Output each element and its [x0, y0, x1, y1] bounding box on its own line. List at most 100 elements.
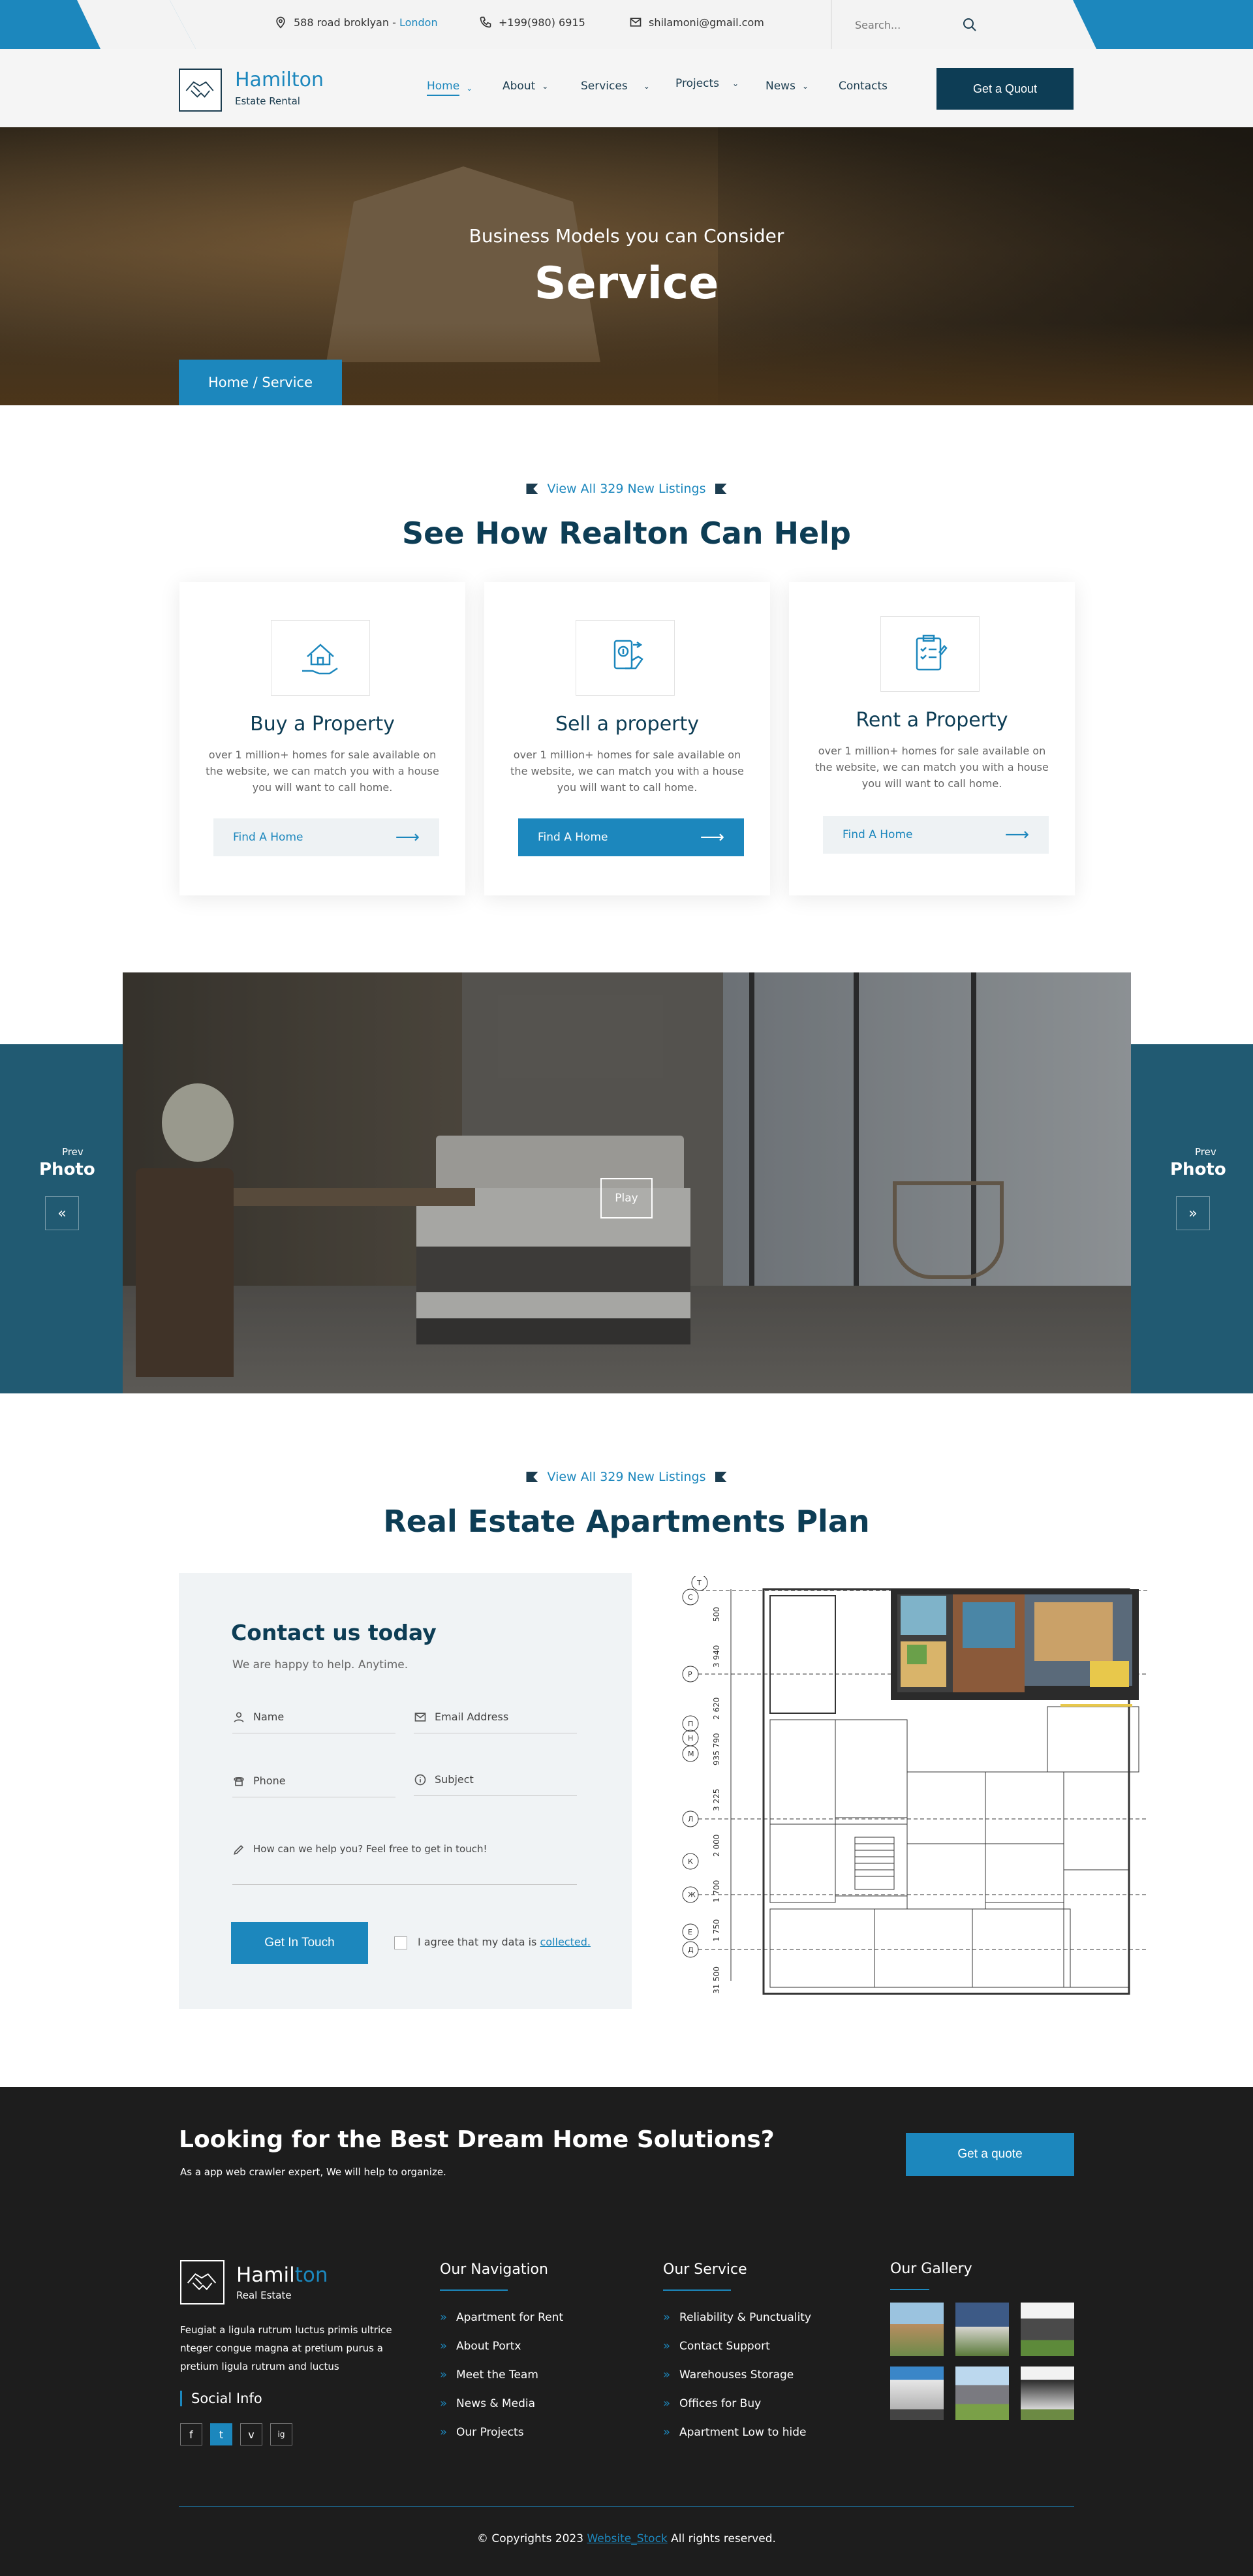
copyright-link[interactable]: Website_Stock	[587, 2532, 667, 2545]
footer-service-link[interactable]: » Apartment Low to hide	[663, 2425, 806, 2439]
nav-services-label: Services	[581, 80, 628, 93]
footer-service-label: Apartment Low to hide	[679, 2425, 807, 2439]
gallery-thumb[interactable]	[1021, 2367, 1074, 2420]
find-home-button[interactable]: Find A Home ⟶	[518, 818, 744, 856]
find-home-button[interactable]: Find A Home ⟶	[213, 818, 439, 856]
left-prev-label: Prev	[62, 1146, 84, 1158]
agree-link[interactable]: collected.	[540, 1936, 590, 1948]
gallery-thumb[interactable]	[955, 2367, 1009, 2420]
nav-contacts[interactable]: Contacts	[839, 80, 888, 93]
logo-mark[interactable]	[179, 69, 222, 112]
chevrons-right-icon: »	[440, 2368, 448, 2382]
footer-logo-name-a: Hamil	[236, 2263, 295, 2287]
logo-subtitle: Estate Rental	[235, 95, 300, 107]
agree-label: I agree that my data is collected.	[418, 1936, 591, 1948]
cta-title: Looking for the Best Dream Home Solution…	[179, 2126, 775, 2153]
footer-divider	[179, 2506, 1074, 2507]
plan-axis-s: С	[688, 1593, 693, 1602]
gallery-thumb[interactable]	[955, 2303, 1009, 2356]
gallery-thumb[interactable]	[890, 2303, 944, 2356]
footer-nav-link[interactable]: » Our Projects	[440, 2425, 524, 2439]
arrow-right-icon: ⟶	[1004, 825, 1029, 845]
chevron-down-icon: ⌄	[643, 82, 650, 91]
name-placeholder: Name	[253, 1711, 285, 1723]
nav-news[interactable]: News ⌄	[766, 80, 809, 93]
footer-logo-mark[interactable]	[180, 2260, 224, 2304]
plan-axis-m: М	[688, 1750, 694, 1758]
svg-text:2 000: 2 000	[712, 1835, 721, 1857]
gallery-thumb[interactable]	[890, 2367, 944, 2420]
hero-title: Service	[534, 258, 719, 309]
house-hand-icon	[302, 644, 338, 675]
get-in-touch-button[interactable]: Get In Touch	[231, 1922, 368, 1964]
floor-plan-drawing: Т С Р П Н М Л К Ж Е Д 500 3 940 2 620 93…	[682, 1574, 1149, 1995]
message-field[interactable]: How can we help you? Feel free to get in…	[232, 1834, 577, 1885]
slider-next-button[interactable]: »	[1176, 1196, 1210, 1230]
phone-text: +199(980) 6915	[499, 16, 585, 29]
sell-phone-icon	[613, 640, 643, 670]
get-quote-cta-button[interactable]: Get a quote	[906, 2133, 1074, 2176]
pencil-icon	[234, 1844, 244, 1855]
topbar-email[interactable]: shilamoni@gmail.com	[629, 16, 764, 29]
nav-home[interactable]: Home ⌄	[427, 80, 472, 96]
instagram-icon[interactable]: ig	[270, 2423, 292, 2445]
svg-text:1 700: 1 700	[712, 1880, 721, 1902]
nav-news-label: News	[766, 80, 796, 93]
footer-nav-link[interactable]: » Apartment for Rent	[440, 2310, 563, 2324]
footer-service-link[interactable]: » Offices for Buy	[663, 2397, 761, 2410]
footer-nav-label: News & Media	[456, 2397, 536, 2410]
footer-service-link[interactable]: » Warehouses Storage	[663, 2368, 794, 2382]
phone-field[interactable]: Phone	[232, 1765, 395, 1797]
twitter-icon[interactable]: t	[210, 2423, 232, 2445]
topbar-phone[interactable]: +199(980) 6915	[479, 16, 585, 29]
plan-axis-t: Т	[696, 1579, 702, 1587]
search-icon[interactable]	[962, 17, 978, 33]
chevrons-left-icon: «	[57, 1205, 67, 1222]
message-placeholder: How can we help you? Feel free to get in…	[253, 1843, 487, 1855]
svg-text:3 940: 3 940	[712, 1645, 721, 1668]
footer-nav-link[interactable]: » Meet the Team	[440, 2368, 538, 2382]
logo-handshake-icon	[187, 2273, 217, 2291]
logo-name[interactable]: Hamilton	[235, 69, 324, 91]
chevrons-right-icon: »	[440, 2425, 448, 2439]
plan-axis-n: Н	[688, 1734, 693, 1743]
gallery-thumb[interactable]	[1021, 2303, 1074, 2356]
agree-text: I agree that my data is	[418, 1936, 537, 1948]
copyright-text: © Copyrights 2023	[477, 2532, 584, 2545]
logo-handshake-icon	[185, 81, 214, 98]
address-city: London	[399, 16, 438, 29]
slider-prev-button[interactable]: «	[45, 1196, 79, 1230]
get-quote-button[interactable]: Get a Quout	[936, 68, 1074, 110]
nav-about[interactable]: About ⌄	[503, 80, 548, 93]
footer-service-link[interactable]: » Contact Support	[663, 2339, 770, 2353]
facebook-icon[interactable]: f	[180, 2423, 202, 2445]
name-field[interactable]: Name	[232, 1701, 395, 1733]
services-kicker[interactable]: View All 329 New Listings	[0, 482, 1253, 496]
email-field[interactable]: Email Address	[414, 1701, 577, 1733]
plan-axis-k: К	[688, 1857, 693, 1866]
footer-nav-rule	[440, 2289, 508, 2291]
find-home-label: Find A Home	[538, 831, 608, 844]
nav-projects[interactable]: Projects ⌄	[675, 77, 739, 90]
chevrons-right-icon: »	[663, 2368, 671, 2382]
footer-nav-link[interactable]: » News & Media	[440, 2397, 535, 2410]
email-placeholder: Email Address	[435, 1711, 509, 1723]
plan-axis-labels	[682, 1574, 708, 1958]
footer-service-label: Reliability & Punctuality	[679, 2310, 812, 2324]
footer-nav-link[interactable]: » About Portx	[440, 2339, 521, 2353]
vimeo-icon[interactable]: v	[240, 2423, 262, 2445]
find-home-label: Find A Home	[233, 831, 303, 844]
footer-nav-label: Meet the Team	[456, 2368, 538, 2382]
find-home-button[interactable]: Find A Home ⟶	[823, 816, 1049, 854]
nav-services[interactable]: Services ⌄	[581, 80, 650, 93]
footer-nav-label: Our Projects	[456, 2425, 524, 2439]
agree-checkbox[interactable]	[394, 1936, 407, 1949]
footer-service-link[interactable]: » Reliability & Punctuality	[663, 2310, 811, 2324]
contact-subtitle: We are happy to help. Anytime.	[232, 1658, 409, 1671]
subject-field[interactable]: Subject	[414, 1763, 577, 1796]
breadcrumb[interactable]: Home / Service	[179, 360, 342, 405]
footer-logo-subtitle: Real Estate	[236, 2289, 292, 2301]
play-button[interactable]: Play	[600, 1178, 653, 1218]
footer-logo-name[interactable]: Hamilton	[236, 2263, 328, 2287]
plan-kicker[interactable]: View All 329 New Listings	[0, 1470, 1253, 1484]
